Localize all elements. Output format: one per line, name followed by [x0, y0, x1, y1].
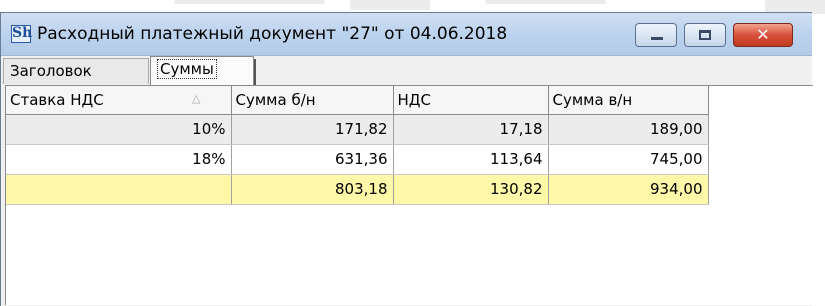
vat-grid: Ставка НДС △ Сумма б/н НДС Сумма в/н 10%… — [6, 86, 709, 205]
watermark-stroke — [173, 0, 337, 4]
tab-header[interactable]: Заголовок — [3, 58, 149, 84]
window-title: Расходный платежный документ "27" от 04.… — [37, 24, 508, 44]
cell-vat-rate[interactable]: 10% — [6, 114, 232, 145]
app-icon[interactable]: Sh — [11, 25, 32, 43]
total-cell-vat: 130,82 — [393, 174, 549, 205]
table-row[interactable]: 10% 171,82 17,18 189,00 — [6, 114, 709, 145]
minimize-button[interactable] — [635, 23, 677, 47]
tab-sums-label: Суммы — [157, 59, 217, 79]
table-row[interactable]: 18% 631,36 113,64 745,00 — [6, 144, 709, 175]
cell-vat-rate[interactable]: 18% — [6, 144, 232, 175]
total-cell-sum-with-vat: 934,00 — [548, 174, 709, 205]
tab-bar: Заголовок Суммы — [1, 55, 812, 87]
column-header-sum-with-vat[interactable]: Сумма в/н — [548, 86, 709, 115]
grid-header-row: Ставка НДС △ Сумма б/н НДС Сумма в/н — [6, 86, 709, 115]
cell-sum-with-vat[interactable]: 189,00 — [548, 114, 709, 145]
close-button[interactable]: ✕ — [733, 23, 793, 47]
maximize-icon — [699, 30, 711, 40]
cell-sum-without-vat[interactable]: 631,36 — [231, 144, 394, 175]
sums-panel: Ставка НДС △ Сумма б/н НДС Сумма в/н 10%… — [5, 85, 813, 305]
minimize-icon — [651, 37, 663, 40]
total-cell-vat-rate — [6, 174, 232, 205]
sort-arrow-icon: △ — [192, 92, 201, 105]
document-window: Sh Расходный платежный документ "27" от … — [0, 12, 813, 306]
title-bar[interactable]: Sh Расходный платежный документ "27" от … — [1, 13, 812, 56]
cell-vat[interactable]: 17,18 — [393, 114, 549, 145]
cell-sum-without-vat[interactable]: 171,82 — [231, 114, 394, 145]
watermark-stroke — [350, 0, 430, 10]
column-header-sum-without-vat[interactable]: Сумма б/н — [231, 86, 394, 115]
column-header-vat-rate[interactable]: Ставка НДС △ — [6, 86, 232, 115]
cell-sum-with-vat[interactable]: 745,00 — [548, 144, 709, 175]
maximize-button[interactable] — [684, 23, 726, 47]
total-row: 803,18 130,82 934,00 — [6, 174, 709, 205]
close-icon: ✕ — [756, 25, 770, 44]
tab-sums[interactable]: Суммы — [150, 56, 256, 87]
watermark-stroke — [473, 0, 607, 4]
total-cell-sum-without-vat: 803,18 — [231, 174, 394, 205]
cell-vat[interactable]: 113,64 — [393, 144, 549, 175]
column-header-vat[interactable]: НДС — [393, 86, 549, 115]
